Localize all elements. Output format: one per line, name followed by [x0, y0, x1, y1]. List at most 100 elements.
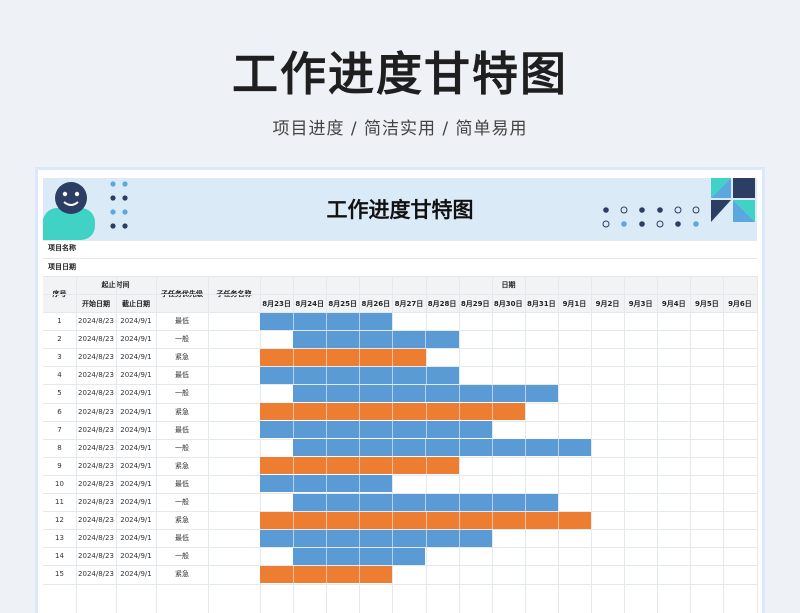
bar-day-divider [491, 511, 493, 529]
gantt-bar[interactable] [293, 384, 558, 402]
date-header-cell: 9月3日 [628, 300, 653, 308]
bar-day-divider [326, 475, 328, 493]
gantt-bar[interactable] [260, 511, 591, 529]
bar-day-divider [425, 366, 427, 384]
bar-day-divider [359, 493, 361, 511]
bar-day-divider [359, 529, 361, 547]
row-priority: 一般 [175, 389, 189, 398]
bar-day-divider [359, 312, 361, 330]
project-date-label: 项目日期 [48, 263, 76, 271]
bar-day-divider [392, 529, 394, 547]
column-divider [208, 276, 209, 613]
row-end-date: 2024/9/1 [120, 534, 152, 543]
gantt-bar[interactable] [260, 312, 393, 330]
bar-day-divider [524, 493, 526, 511]
gantt-bar[interactable] [260, 529, 492, 547]
gantt-bar[interactable] [260, 475, 393, 493]
row-end-date: 2024/9/1 [120, 552, 152, 561]
bar-day-divider [458, 439, 460, 457]
gantt-bar[interactable] [293, 493, 558, 511]
row-priority: 最低 [175, 534, 189, 543]
gantt-bar[interactable] [260, 565, 393, 583]
row-priority: 一般 [175, 552, 189, 561]
column-divider [657, 276, 659, 613]
bar-day-divider [326, 421, 328, 439]
bar-day-divider [425, 403, 427, 420]
row-start-date: 2024/8/23 [78, 570, 114, 579]
gantt-bar[interactable] [293, 547, 426, 565]
bar-day-divider [425, 439, 427, 457]
bar-day-divider [491, 403, 493, 420]
row-start-date: 2024/8/23 [78, 552, 114, 561]
row-start-date: 2024/8/23 [78, 425, 114, 434]
bar-day-divider [392, 421, 394, 439]
row-priority: 最低 [175, 371, 189, 380]
row-index: 9 [57, 461, 62, 470]
bar-day-divider [326, 529, 328, 547]
row-index: 7 [57, 425, 62, 434]
bar-day-divider [458, 403, 460, 420]
header-end: 截止日期 [122, 300, 150, 308]
row-end-date: 2024/9/1 [120, 516, 152, 525]
bar-day-divider [326, 330, 328, 348]
column-divider [723, 276, 725, 613]
gantt-bar[interactable] [260, 421, 492, 439]
bar-day-divider [392, 511, 394, 529]
bar-day-divider [392, 330, 394, 348]
bar-day-divider [425, 457, 427, 475]
date-header-cell: 9月2日 [595, 300, 620, 308]
bar-day-divider [326, 547, 328, 565]
bar-day-divider [524, 384, 526, 402]
bar-day-divider [326, 493, 328, 511]
bar-day-divider [524, 439, 526, 457]
gantt-bar[interactable] [260, 366, 459, 384]
gantt-bar[interactable] [260, 457, 459, 475]
row-index: 2 [57, 335, 62, 344]
row-divider [43, 276, 757, 277]
main-title: 工作进度甘特图 [232, 47, 568, 101]
row-end-date: 2024/9/1 [120, 335, 152, 344]
row-start-date: 2024/8/23 [78, 407, 114, 416]
bar-day-divider [326, 384, 328, 402]
header-date: 日期 [501, 281, 516, 289]
bar-day-divider [425, 511, 427, 529]
row-start-date: 2024/8/23 [78, 371, 114, 380]
row-end-date: 2024/9/1 [120, 425, 152, 434]
row-priority: 一般 [175, 498, 189, 506]
row-end-date: 2024/9/1 [120, 570, 152, 579]
bar-day-divider [425, 529, 427, 547]
gantt-bar[interactable] [260, 348, 426, 366]
bar-day-divider [326, 439, 328, 457]
row-index: 14 [55, 552, 64, 561]
bar-day-divider [425, 330, 427, 348]
header-start: 开始日期 [82, 300, 110, 308]
row-index: 12 [55, 516, 64, 525]
gantt-bar[interactable] [293, 330, 459, 348]
date-header-cell: 8月25日 [328, 300, 358, 308]
row-index: 5 [57, 389, 62, 398]
date-header-cell: 8月26日 [361, 300, 391, 308]
date-header-cell: 9月1日 [562, 300, 587, 308]
banner: 工作进度甘特图 [43, 178, 757, 240]
bar-day-divider [491, 493, 493, 511]
row-end-date: 2024/9/1 [120, 443, 152, 452]
date-header-cell: 9月4日 [661, 300, 686, 308]
bar-day-divider [392, 348, 394, 366]
row-end-date: 2024/9/1 [120, 461, 152, 470]
bar-day-divider [359, 348, 361, 366]
project-name-label: 项目名称 [48, 244, 76, 252]
row-start-date: 2024/8/23 [78, 443, 114, 452]
gantt-bar[interactable] [260, 403, 525, 420]
bar-day-divider [293, 366, 295, 384]
row-index: 1 [57, 317, 62, 325]
row-end-date: 2024/9/1 [120, 353, 152, 362]
bar-day-divider [392, 457, 394, 475]
row-priority: 最低 [175, 317, 189, 325]
bar-day-divider [359, 384, 361, 402]
bar-day-divider [326, 312, 328, 330]
bar-day-divider [524, 511, 526, 529]
row-index: 8 [57, 443, 62, 452]
bar-day-divider [557, 511, 559, 529]
gantt-bar[interactable] [293, 439, 591, 457]
gantt-sheet: 工作进度甘特图 项目名称 项目日期 序号 开始日期 截止日期 子任务优先级 子任… [38, 170, 762, 613]
